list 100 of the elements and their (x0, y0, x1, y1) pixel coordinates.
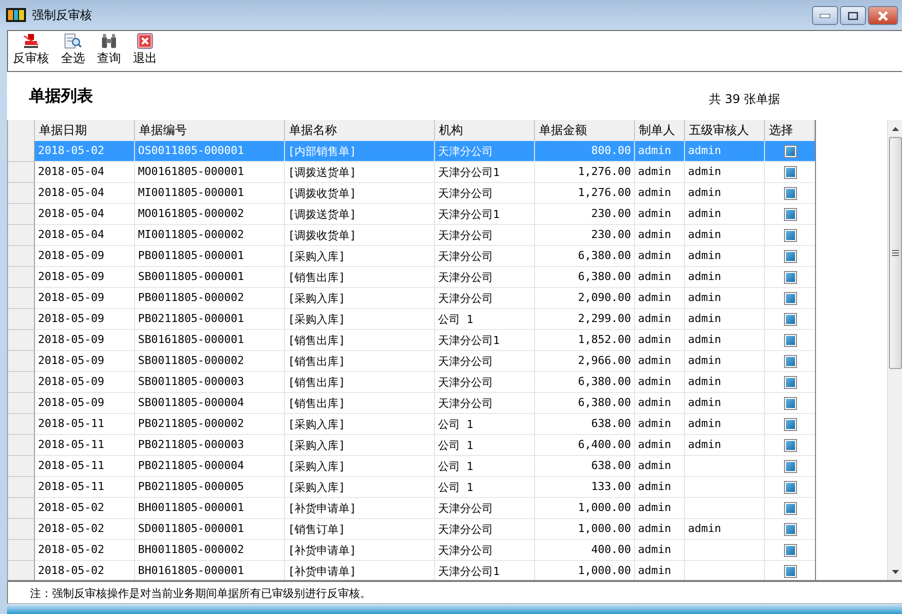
table-cell: PB0211805-000002 (135, 414, 285, 435)
document-search-icon (64, 33, 82, 49)
table-cell: MI0011805-000002 (135, 225, 285, 246)
table-cell: admin (685, 351, 765, 372)
stamp-icon (23, 33, 39, 49)
column-header[interactable]: 五级审核人 (685, 120, 765, 142)
column-header[interactable]: 单据编号 (135, 120, 285, 142)
table-cell: [采购入库] (285, 435, 435, 456)
table-cell: 6,400.00 (535, 435, 635, 456)
table-cell: admin (685, 141, 765, 162)
table-cell: 2018-05-02 (35, 519, 135, 540)
table-cell: 2,299.00 (535, 309, 635, 330)
table-cell: [调拨收货单] (285, 225, 435, 246)
checkbox[interactable] (784, 564, 796, 578)
table-cell: 天津分公司 (435, 519, 535, 540)
checkbox[interactable] (784, 480, 796, 494)
binoculars-icon (100, 33, 118, 49)
maximize-button[interactable] (840, 6, 866, 25)
toolbar-button[interactable]: 查询 (97, 33, 121, 67)
table-cell: [调拨收货单] (285, 183, 435, 204)
table-cell: [采购入库] (285, 288, 435, 309)
table-cell: 2018-05-11 (35, 456, 135, 477)
table-cell: admin (635, 519, 685, 540)
table-cell: 2018-05-04 (35, 183, 135, 204)
column-header[interactable]: 单据日期 (35, 120, 135, 142)
table-cell: admin (685, 204, 765, 225)
table-cell: admin (685, 519, 765, 540)
table-cell: [采购入库] (285, 246, 435, 267)
table-cell: 133.00 (535, 477, 635, 498)
table-cell: admin (685, 267, 765, 288)
table-cell: admin (635, 162, 685, 183)
table-cell: admin (685, 183, 765, 204)
table-cell: 2018-05-09 (35, 393, 135, 414)
checkbox[interactable] (784, 228, 796, 242)
table-cell: [销售出库] (285, 330, 435, 351)
checkbox[interactable] (784, 544, 796, 556)
table-cell: admin (635, 456, 685, 477)
table-cell: admin (685, 330, 765, 351)
table-cell: admin (635, 351, 685, 372)
app-logo-icon (6, 8, 26, 22)
checkbox[interactable] (784, 418, 796, 430)
column-header[interactable]: 选择 (765, 120, 815, 142)
table-cell: 2018-05-11 (35, 435, 135, 456)
table-cell: 800.00 (535, 141, 635, 162)
checkbox[interactable] (784, 186, 796, 200)
checkbox[interactable] (784, 208, 796, 220)
table-cell: admin (635, 477, 685, 498)
vertical-scrollbar[interactable] (887, 120, 902, 580)
toolbar-button[interactable]: 全选 (61, 33, 85, 67)
checkbox[interactable] (784, 334, 796, 346)
checkbox[interactable] (784, 376, 796, 388)
checkbox[interactable] (784, 522, 796, 536)
minimize-button[interactable] (812, 6, 838, 25)
checkbox[interactable] (784, 270, 796, 284)
table-cell: 2018-05-09 (35, 309, 135, 330)
checkbox[interactable] (784, 166, 796, 178)
table-cell: 天津分公司 (435, 288, 535, 309)
table-cell: admin (635, 267, 685, 288)
column-header[interactable]: 机构 (435, 120, 535, 142)
table-cell: 天津分公司1 (435, 162, 535, 183)
table-cell: admin (685, 246, 765, 267)
checkbox[interactable] (784, 438, 796, 452)
table-cell: admin (685, 393, 765, 414)
checkbox[interactable] (784, 292, 796, 304)
table-cell: 638.00 (535, 456, 635, 477)
table-cell: 2018-05-04 (35, 204, 135, 225)
table-cell: 1,276.00 (535, 183, 635, 204)
table-cell: SB0161805-000001 (135, 330, 285, 351)
toolbar-button[interactable]: 反审核 (13, 33, 49, 67)
checkbox[interactable] (784, 312, 796, 326)
table-cell: 公司 1 (435, 414, 535, 435)
table-cell: admin (635, 540, 685, 561)
checkbox[interactable] (784, 460, 796, 472)
table-cell: 400.00 (535, 540, 635, 561)
table-cell: OS0011805-000001 (135, 141, 285, 162)
table-cell: SD0011805-000001 (135, 519, 285, 540)
scroll-down-icon[interactable] (892, 570, 898, 574)
table-cell: admin (635, 204, 685, 225)
checkbox[interactable] (784, 502, 796, 514)
table-cell: admin (635, 225, 685, 246)
close-button[interactable] (868, 6, 898, 25)
table-cell: 天津分公司1 (435, 330, 535, 351)
checkbox[interactable] (784, 250, 796, 262)
table-cell: 公司 1 (435, 456, 535, 477)
table-cell: 公司 1 (435, 477, 535, 498)
table-cell: 天津分公司 (435, 540, 535, 561)
column-header[interactable]: 单据金额 (535, 120, 635, 142)
column-header[interactable]: 单据名称 (285, 120, 435, 142)
table-cell: [内部销售单] (285, 141, 435, 162)
checkbox[interactable] (784, 144, 796, 158)
table-cell: [销售出库] (285, 372, 435, 393)
table-cell: admin (635, 498, 685, 519)
checkbox[interactable] (784, 396, 796, 410)
table-cell: [采购入库] (285, 414, 435, 435)
checkbox[interactable] (784, 354, 796, 368)
table-cell: BH0011805-000001 (135, 498, 285, 519)
scroll-up-icon[interactable] (892, 126, 898, 130)
maximize-icon (848, 12, 858, 20)
toolbar-button[interactable]: 退出 (133, 33, 157, 67)
column-header[interactable]: 制单人 (635, 120, 685, 142)
